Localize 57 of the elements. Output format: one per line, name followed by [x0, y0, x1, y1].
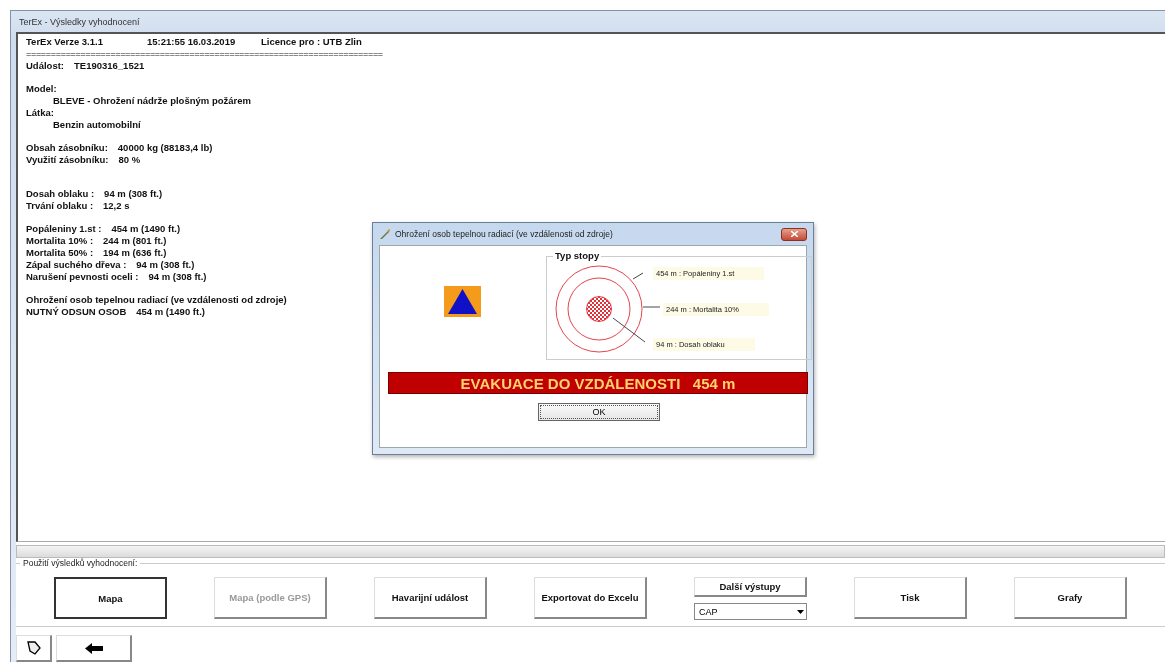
report-label: Využití zásobníku: [26, 154, 109, 166]
report-header-text: TerEx Verze 3.1.1 [26, 36, 104, 48]
report-label: Zápal suchého dřeva : [26, 259, 127, 271]
report-label: Dosah oblaku : [26, 188, 95, 200]
report-header-text: 15:21:55 16.03.2019 [147, 36, 237, 48]
report-value: BLEVE - Ohrožení nádrže plošným požárem [53, 95, 251, 107]
report-value: 244 m (801 ft.) [103, 235, 167, 247]
action-button[interactable]: Tisk [854, 577, 967, 619]
report-value: 454 m (1490 ft.) [111, 223, 181, 235]
civil-protection-icon [444, 286, 481, 317]
leader-line [642, 306, 661, 308]
report-value: 12,2 s [103, 200, 130, 212]
back-button[interactable] [56, 635, 132, 662]
arrow-icon [26, 641, 41, 655]
report-label: Model: [26, 83, 57, 95]
report-value: 94 m (308 ft.) [148, 271, 207, 283]
report-label: NUTNÝ ODSUN OSOB [26, 306, 127, 318]
output-dropdown[interactable]: CAP [694, 603, 807, 620]
window-title: TerEx - Výsledky vyhodnocení [19, 16, 140, 27]
close-icon [790, 231, 798, 237]
report-label: Narušení pevnosti oceli : [26, 271, 139, 283]
group-title: Použití výsledků vyhodnocení: [20, 558, 141, 568]
report-label: Mortalita 50% : [26, 247, 94, 259]
evacuation-banner: EVAKUACE DO VZDÁLENOSTI 454 m [388, 372, 808, 394]
report-value: 94 m (308 ft.) [136, 259, 195, 271]
report-label: Popáleniny 1.st : [26, 223, 102, 235]
report-label: Událost: [26, 60, 64, 72]
action-button[interactable]: Další výstupy [694, 577, 807, 597]
report-header-text: Licence pro : UTB Zlin [261, 36, 362, 48]
report-label: Látka: [26, 107, 54, 119]
horizontal-scrollbar[interactable] [16, 545, 1165, 558]
report-value: 40000 kg (88183,4 lb) [117, 142, 213, 154]
report-label: Trvání oblaku : [26, 200, 94, 212]
report-value: 80 % [118, 154, 141, 166]
report-value: Benzin automobilní [53, 119, 141, 131]
group-title: Typ stopy [553, 250, 602, 261]
report-value: 454 m (1490 ft.) [136, 306, 205, 318]
report-value: 94 m (308 ft.) [104, 188, 163, 200]
ok-button[interactable]: OK [538, 403, 660, 421]
dialog-title: Ohrožení osob tepelnou radiací (ve vzdálenosti od zdroje) [395, 229, 614, 239]
action-button[interactable]: Mapa [54, 577, 167, 619]
report-label: Mortalita 10% : [26, 235, 94, 247]
leader-line [612, 317, 646, 343]
report-label: Ohrožení osob tepelnou radiací (ve vzdálenosti od zdroje) [26, 294, 287, 306]
report-value: TE190316_1521 [74, 60, 145, 72]
close-button[interactable] [781, 227, 807, 241]
dropdown-arrow-icon [797, 609, 804, 614]
report-value: 194 m (636 ft.) [103, 247, 167, 259]
action-button[interactable]: Grafy [1014, 577, 1127, 619]
export-button[interactable] [16, 635, 52, 662]
action-button[interactable]: Exportovat do Excelu [534, 577, 647, 619]
leader-line [632, 272, 644, 280]
separator-text: ======================================================================== [26, 48, 383, 60]
report-label: Obsah zásobníku: [26, 142, 108, 154]
flame-icon [379, 228, 391, 240]
action-button[interactable]: Havarijní událost [374, 577, 487, 619]
back-arrow-icon [84, 642, 103, 654]
